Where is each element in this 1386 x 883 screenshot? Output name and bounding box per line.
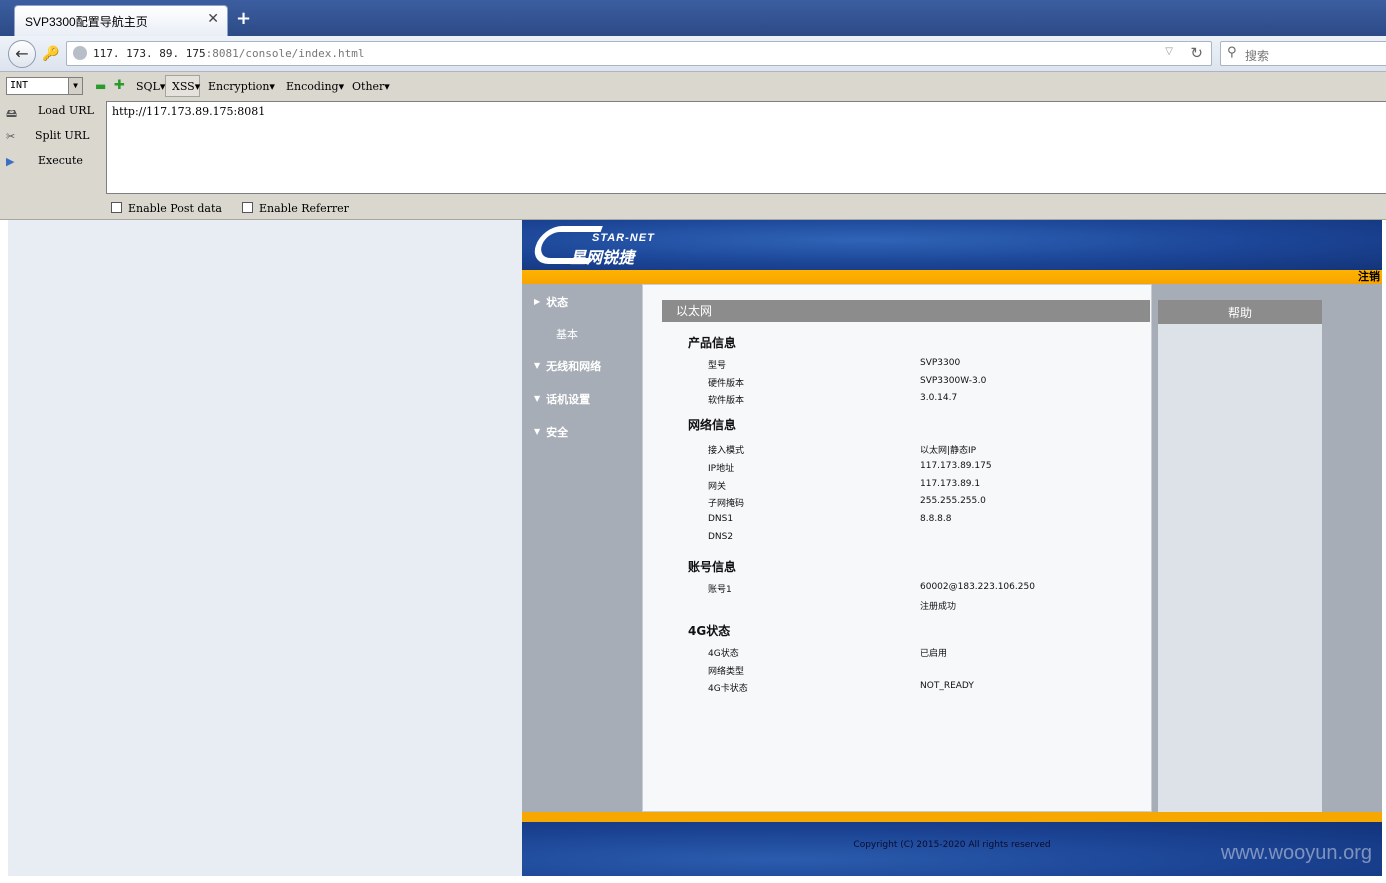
nav-sub-basic[interactable]: 基本 xyxy=(556,326,578,342)
info-key: 4G状态 xyxy=(708,649,739,659)
xss-menu[interactable]: XSS▾ xyxy=(172,80,200,93)
triangle-down-icon: ▼ xyxy=(534,427,541,436)
section-title: 4G状态 xyxy=(688,624,731,638)
info-value: 117.173.89.1 xyxy=(920,479,981,489)
encryption-menu[interactable]: Encryption▾ xyxy=(208,80,275,93)
int-select[interactable]: INT ▼ xyxy=(6,77,83,95)
reload-icon[interactable]: ↻ xyxy=(1190,44,1203,62)
search-bar[interactable]: ⚲ 搜索 xyxy=(1220,41,1386,66)
info-key: 子网掩码 xyxy=(708,499,745,509)
back-arrow-icon: ← xyxy=(15,44,29,63)
sql-menu[interactable]: SQL▾ xyxy=(136,80,165,93)
address-bar[interactable]: 117. 173. 89. 175:8081/console/index.htm… xyxy=(66,41,1212,66)
url-dropdown-icon[interactable]: ▽ xyxy=(1165,46,1173,57)
info-value: 255.255.255.0 xyxy=(920,496,986,506)
info-key: 接入模式 xyxy=(708,446,745,456)
info-key: 型号 xyxy=(708,361,727,371)
logout-link[interactable]: 注销 xyxy=(1358,270,1380,284)
info-value: 注册成功 xyxy=(920,602,957,612)
header-orange-bar: 注销 xyxy=(522,270,1382,284)
info-value: 以太网|静态IP xyxy=(920,446,977,456)
load-url-icon: 🖴 xyxy=(6,107,18,120)
info-value: SVP3300 xyxy=(920,358,961,368)
logo-text-cn: 星网锐捷 xyxy=(570,250,635,267)
browser-navbar: ← 🔑 117. 173. 89. 175:8081/console/index… xyxy=(0,36,1386,72)
left-frame xyxy=(8,220,522,876)
router-console: STAR-NET 星网锐捷 注销 ▶ 状态 基本 ▼ 无线和网络 ▼ 话机设置 ▼ 安全… xyxy=(522,220,1382,876)
info-value: 3.0.14.7 xyxy=(920,393,958,403)
enable-referrer-checkbox[interactable]: Enable Referrer xyxy=(242,202,349,215)
hackbar-toolbar: INT ▼ ▬ ✚ SQL▾ XSS▾ Encryption▾ Encoding… xyxy=(0,72,1386,220)
info-key: DNS2 xyxy=(708,532,734,542)
new-tab-button[interactable]: + xyxy=(236,8,251,29)
search-placeholder: 搜索 xyxy=(1245,49,1270,63)
info-key: IP地址 xyxy=(708,464,735,474)
logo-text-en: STAR-NET xyxy=(592,232,655,244)
info-key: 4G卡状态 xyxy=(708,684,748,694)
browser-tab-strip: SVP3300配置导航主页 ✕ + xyxy=(0,0,1386,36)
info-panel: 以太网 产品信息 型号 SVP3300 硬件版本 SVP3300W-3.0 软件… xyxy=(642,284,1152,812)
router-header: STAR-NET 星网锐捷 xyxy=(522,220,1382,270)
scissors-icon: ✂ xyxy=(6,130,16,143)
other-menu[interactable]: Other▾ xyxy=(352,80,390,93)
router-sidebar: ▶ 状态 基本 ▼ 无线和网络 ▼ 话机设置 ▼ 安全 xyxy=(522,284,640,812)
page-viewport: STAR-NET 星网锐捷 注销 ▶ 状态 基本 ▼ 无线和网络 ▼ 话机设置 ▼ 安全… xyxy=(0,220,1386,883)
plus-icon[interactable]: ✚ xyxy=(114,78,125,93)
tab-title: SVP3300配置导航主页 xyxy=(25,15,148,29)
section-title: 产品信息 xyxy=(688,336,737,350)
search-icon: ⚲ xyxy=(1227,45,1237,60)
url-text: 117. 173. 89. 175:8081/console/index.htm… xyxy=(93,47,365,60)
info-key: 硬件版本 xyxy=(708,379,745,389)
nav-phone-settings[interactable]: ▼ 话机设置 xyxy=(534,391,590,407)
nav-wireless-network[interactable]: ▼ 无线和网络 xyxy=(534,358,601,374)
triangle-right-icon: ▶ xyxy=(534,297,541,306)
triangle-down-icon: ▼ xyxy=(534,361,541,370)
help-panel: 帮助 xyxy=(1158,300,1322,812)
info-value: 60002@183.223.106.250 xyxy=(920,582,1035,592)
info-value: 8.8.8.8 xyxy=(920,514,952,524)
minus-icon[interactable]: ▬ xyxy=(95,79,106,93)
panel-title: 以太网 xyxy=(662,300,1150,322)
browser-tab[interactable]: SVP3300配置导航主页 ✕ xyxy=(14,5,228,36)
nav-status[interactable]: ▶ 状态 xyxy=(534,294,568,310)
info-key: 网关 xyxy=(708,482,727,492)
execute-icon: ▶ xyxy=(6,155,15,168)
url-textarea[interactable]: http://117.173.89.175:8081 xyxy=(106,101,1386,194)
enable-post-data-checkbox[interactable]: Enable Post data xyxy=(111,202,222,215)
triangle-down-icon: ▼ xyxy=(534,394,541,403)
watermark-text: www.wooyun.org xyxy=(1220,842,1372,864)
select-arrow-icon: ▼ xyxy=(68,78,82,94)
nav-security[interactable]: ▼ 安全 xyxy=(534,424,568,440)
info-key: 账号1 xyxy=(708,585,732,595)
info-value: 117.173.89.175 xyxy=(920,461,992,471)
router-body: ▶ 状态 基本 ▼ 无线和网络 ▼ 话机设置 ▼ 安全 以太网 产品信息 型号 SVP3… xyxy=(522,284,1382,812)
tab-close-icon[interactable]: ✕ xyxy=(207,11,219,27)
info-key: 网络类型 xyxy=(708,667,745,677)
info-value: SVP3300W-3.0 xyxy=(920,376,987,386)
back-button[interactable]: ← xyxy=(8,40,36,68)
router-main: 以太网 产品信息 型号 SVP3300 硬件版本 SVP3300W-3.0 软件… xyxy=(642,284,1382,812)
info-value: NOT_READY xyxy=(920,681,974,691)
section-title: 账号信息 xyxy=(688,560,737,574)
info-value: 已启用 xyxy=(920,649,948,659)
footer-orange-bar xyxy=(522,812,1382,822)
info-key: 软件版本 xyxy=(708,396,745,406)
info-key: DNS1 xyxy=(708,514,734,524)
section-title: 网络信息 xyxy=(688,418,737,432)
right-strip xyxy=(1322,284,1382,812)
help-title: 帮助 xyxy=(1158,300,1322,324)
globe-icon xyxy=(73,46,87,60)
router-footer: Copyright (C) 2015-2020 All rights reser… xyxy=(522,822,1382,876)
site-identity-icon[interactable]: 🔑 xyxy=(42,46,59,62)
encoding-menu[interactable]: Encoding▾ xyxy=(286,80,344,93)
